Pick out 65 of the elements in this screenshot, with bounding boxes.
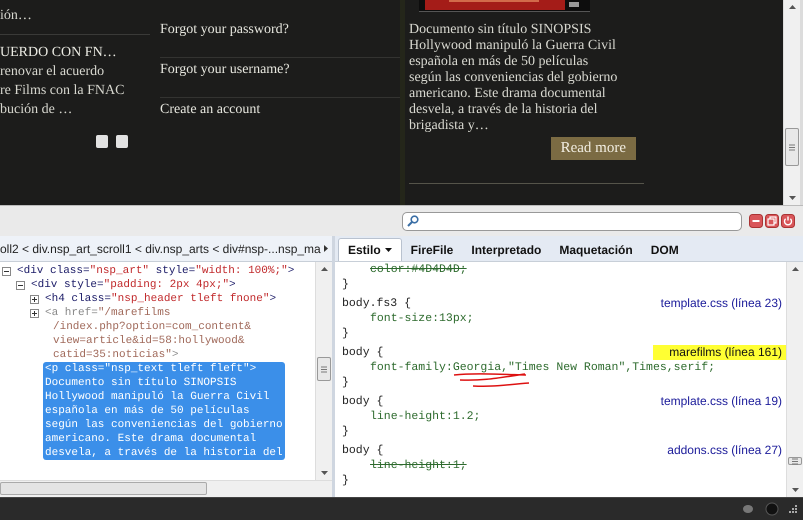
grip-icon bbox=[321, 366, 327, 372]
scroll-right-icon[interactable] bbox=[324, 245, 328, 252]
expand-icon[interactable] bbox=[30, 295, 39, 304]
closing-brace: } bbox=[342, 326, 349, 341]
html-node[interactable]: <div style="padding: 2px 4px;"> bbox=[29, 278, 238, 292]
scroll-down-icon[interactable] bbox=[321, 471, 328, 475]
grip-icon bbox=[792, 458, 798, 464]
scroll-up-icon[interactable] bbox=[792, 267, 799, 271]
scrollbar[interactable] bbox=[783, 0, 800, 205]
scroll-thumb[interactable] bbox=[785, 128, 799, 166]
collapse-icon[interactable] bbox=[2, 267, 11, 276]
panel-tab[interactable]: Estilo bbox=[338, 238, 402, 261]
power-icon[interactable] bbox=[781, 214, 795, 228]
closing-brace: } bbox=[342, 375, 349, 390]
stylesheet-link[interactable]: marefilms (línea 161) bbox=[653, 345, 786, 360]
expand-icon[interactable] bbox=[30, 309, 39, 318]
panel-tab[interactable]: Maquetación bbox=[550, 238, 642, 261]
news-excerpt: bución de … bbox=[0, 101, 74, 119]
search-icon bbox=[407, 215, 419, 227]
stylesheet-link[interactable]: template.css (línea 19) bbox=[660, 394, 786, 409]
scroll-thumb[interactable] bbox=[788, 457, 802, 465]
panel-tab[interactable]: Interpretado bbox=[462, 238, 550, 261]
article-excerpt: Documento sin título SINOPSIS Hollywood manipuló la Guerra Civil española en más de 50 películas según las conveniencias del gobierno americano. Este drama documental desvela, a través de la historia del brigadista y… bbox=[409, 22, 618, 134]
panel-tab[interactable]: DOM bbox=[642, 238, 688, 261]
css-selector: body.fs3 { bbox=[342, 296, 412, 311]
css-selector: body { bbox=[342, 443, 384, 458]
closing-brace: } bbox=[342, 277, 349, 292]
panel-tab[interactable]: FireFile bbox=[402, 238, 462, 261]
css-declaration[interactable]: color:#4D4D4D; bbox=[370, 263, 467, 276]
news-excerpt: re Films con la FNAC bbox=[0, 82, 126, 100]
restore-icon[interactable] bbox=[765, 214, 779, 228]
stylesheet-link[interactable]: template.css (línea 23) bbox=[660, 296, 786, 311]
scrollbar[interactable] bbox=[786, 262, 803, 497]
minimize-icon[interactable] bbox=[749, 214, 763, 228]
css-declaration[interactable]: line-height:1; bbox=[370, 459, 467, 472]
scroll-up-icon[interactable] bbox=[321, 267, 328, 271]
account-link[interactable]: Forgot your username? bbox=[160, 61, 290, 79]
account-link[interactable]: Forgot your password? bbox=[160, 21, 289, 39]
circle-icon[interactable] bbox=[765, 502, 779, 516]
search-field[interactable] bbox=[402, 212, 742, 230]
css-declaration[interactable]: font-size:13px; bbox=[370, 312, 474, 325]
scroll-thumb[interactable] bbox=[317, 357, 331, 381]
news-excerpt: renovar el acuerdo bbox=[0, 63, 106, 81]
news-title[interactable]: UERDO CON FN… bbox=[0, 34, 150, 62]
grip-icon bbox=[789, 144, 795, 150]
scroll-down-icon[interactable] bbox=[792, 488, 799, 492]
collapse-icon[interactable] bbox=[16, 281, 25, 290]
stylesheet-link[interactable]: addons.css (línea 27) bbox=[667, 443, 786, 458]
closing-brace: } bbox=[342, 424, 349, 439]
css-selector: body { bbox=[342, 394, 384, 409]
css-declaration[interactable]: line-height:1.2; bbox=[370, 410, 480, 423]
horizontal-scrollbar[interactable] bbox=[0, 480, 332, 497]
read-more-button[interactable]: Read more bbox=[550, 137, 636, 160]
html-node[interactable]: <div class="nsp_art" style="width: 100%;"> bbox=[15, 264, 296, 278]
css-declaration[interactable]: font-family:Georgia,"Times New Roman",Times,serif; bbox=[370, 361, 716, 374]
news-excerpt: ión… bbox=[0, 7, 33, 25]
scrollbar[interactable] bbox=[315, 262, 332, 480]
html-node[interactable]: <a href="/marefilms /index.php?option=com_content& view=article&id=58:hollywood& catid=35:noticias"> bbox=[43, 306, 254, 362]
account-link[interactable]: Create an account bbox=[160, 101, 260, 119]
html-node[interactable]: <h4 class="nsp_header tleft fnone"> bbox=[43, 292, 278, 306]
resize-grip-icon[interactable] bbox=[789, 505, 797, 513]
closing-brace: } bbox=[342, 473, 349, 488]
scroll-up-icon[interactable] bbox=[789, 5, 796, 9]
scroll-down-icon[interactable] bbox=[789, 196, 796, 200]
css-selector: body { bbox=[342, 345, 384, 360]
